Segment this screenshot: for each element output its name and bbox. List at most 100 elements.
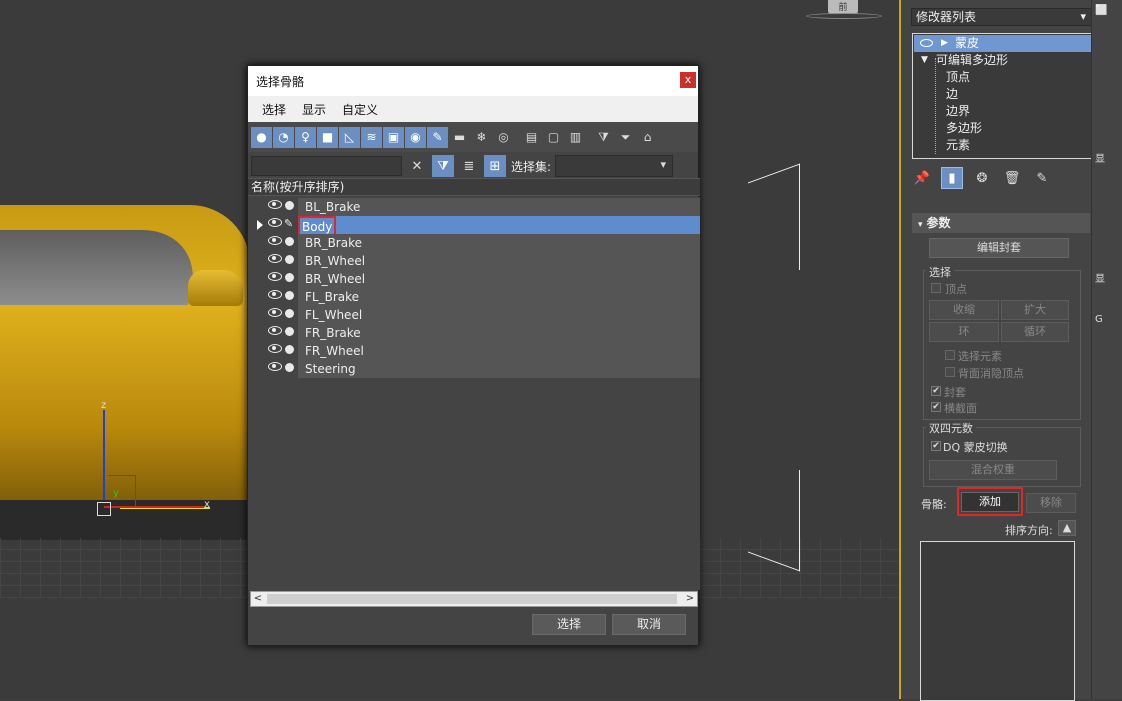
side-strip-item[interactable]: ⬜ <box>1095 5 1107 16</box>
bones-list[interactable] <box>920 541 1075 701</box>
side-strip-rollout[interactable]: 显 <box>1095 270 1105 285</box>
expand-arrow-icon[interactable] <box>257 220 263 230</box>
expand-arrow-icon[interactable]: ▶ <box>941 35 948 52</box>
spacewarps-filter-icon[interactable]: ≋ <box>361 126 382 148</box>
list-header-name[interactable]: 名称(按升序排序) <box>248 178 700 196</box>
make-unique-icon[interactable]: ❂ <box>971 167 993 189</box>
cancel-button[interactable]: 取消 <box>612 614 686 635</box>
stack-item-editable-poly[interactable]: ▼ 可编辑多边形 <box>914 52 1092 69</box>
gizmo-x-axis[interactable] <box>104 506 204 508</box>
filter-options-icon[interactable]: ⧩ <box>593 127 614 148</box>
sort-direction-button[interactable]: ▲ <box>1058 520 1076 536</box>
select-bones-dialog[interactable]: 选择骨骼 x 选择 显示 自定义 ● ◔ ♀ ■ ◺ ≋ ▣ ◉ ✎ ▬ ❄ ◎… <box>247 65 700 646</box>
close-button[interactable]: x <box>680 72 696 88</box>
ring-button[interactable]: 环 <box>929 322 999 342</box>
scrollbar-thumb[interactable] <box>267 594 677 604</box>
bones-filter-icon[interactable]: ✎ <box>427 126 448 148</box>
shrink-button[interactable]: 收缩 <box>929 300 999 320</box>
eye-icon[interactable] <box>268 218 282 227</box>
list-item[interactable]: FL_Brake <box>248 288 700 306</box>
pin-stack-icon[interactable]: 📌 <box>911 167 933 189</box>
clear-search-icon[interactable]: ✕ <box>406 155 428 177</box>
selection-set-dropdown[interactable] <box>555 155 674 177</box>
horizontal-scrollbar[interactable]: < > <box>250 591 698 607</box>
menu-display[interactable]: 显示 <box>302 101 326 118</box>
configure-sets-icon[interactable]: ✎ <box>1031 167 1053 189</box>
gizmo-z-axis[interactable] <box>103 410 105 500</box>
stack-subitem[interactable]: 元素 <box>914 137 1092 154</box>
scroll-right-icon[interactable]: > <box>683 592 697 606</box>
vertex-checkbox[interactable] <box>931 283 941 293</box>
filter-icon[interactable]: ⏷ <box>615 127 636 148</box>
envelope-checkbox[interactable]: ✔ <box>931 386 941 396</box>
eye-icon[interactable] <box>268 272 282 281</box>
edit-envelope-button[interactable]: 编辑封套 <box>929 238 1069 258</box>
containers-filter-icon[interactable]: ▬ <box>449 127 470 148</box>
list-item[interactable]: BR_Wheel <box>248 270 700 288</box>
stack-subitem[interactable]: 边界 <box>914 103 1092 120</box>
eye-icon[interactable] <box>268 254 282 263</box>
list-item-selected[interactable]: ✎ Body <box>248 216 700 238</box>
lights-filter-icon[interactable]: ♀ <box>295 126 316 148</box>
stack-subitem[interactable]: 顶点 <box>914 69 1092 86</box>
cross-section-checkbox[interactable]: ✔ <box>931 402 941 412</box>
backface-cull-checkbox[interactable] <box>945 367 955 377</box>
container-icon[interactable]: ⌂ <box>637 127 658 148</box>
groups-filter-icon[interactable]: ▣ <box>383 126 404 148</box>
collapse-arrow-icon[interactable]: ▼ <box>921 52 928 69</box>
list-item[interactable]: FR_Wheel <box>248 342 700 360</box>
eye-icon[interactable] <box>920 39 933 47</box>
geometry-filter-icon[interactable]: ● <box>251 126 272 148</box>
select-none-icon[interactable]: ▢ <box>543 127 564 148</box>
eye-icon[interactable] <box>268 326 282 335</box>
viewcube[interactable]: 前 <box>828 0 858 14</box>
menu-select[interactable]: 选择 <box>262 101 286 118</box>
layers-icon[interactable]: ≣ <box>458 155 480 177</box>
list-item[interactable]: FR_Brake <box>248 324 700 342</box>
grow-button[interactable]: 扩大 <box>1001 300 1069 320</box>
modifier-stack[interactable]: ▶ 蒙皮 ▼ 可编辑多边形 顶点 边 边界 多边形 元素 <box>912 33 1094 159</box>
frozen-filter-icon[interactable]: ❄ <box>471 127 492 148</box>
shapes-filter-icon[interactable]: ◔ <box>273 126 294 148</box>
modifier-list-dropdown[interactable]: 修改器列表 <box>911 8 1093 26</box>
gizmo-center[interactable] <box>97 502 111 516</box>
side-strip-rollout-g[interactable]: G <box>1095 314 1103 325</box>
select-button[interactable]: 选择 <box>532 614 606 635</box>
dq-toggle-checkbox[interactable]: ✔ <box>931 441 941 451</box>
helpers-filter-icon[interactable]: ◺ <box>339 126 360 148</box>
select-all-icon[interactable]: ▤ <box>521 127 542 148</box>
stack-subitem[interactable]: 边 <box>914 86 1092 103</box>
hierarchy-icon[interactable]: ⊞ <box>484 155 506 177</box>
viewcube-ring[interactable] <box>806 13 882 19</box>
stack-item-skin[interactable]: ▶ 蒙皮 <box>914 35 1092 52</box>
eye-icon[interactable] <box>268 344 282 353</box>
blend-weight-button[interactable]: 混合权重 <box>929 460 1057 480</box>
remove-modifier-icon[interactable]: 🗑 <box>1001 167 1023 189</box>
parameters-rollout[interactable]: ▾ 参数 <box>912 213 1090 233</box>
invert-selection-icon[interactable]: ▥ <box>565 127 586 148</box>
eye-icon[interactable] <box>268 290 282 299</box>
list-item[interactable]: FL_Wheel <box>248 306 700 324</box>
xrefs-filter-icon[interactable]: ◉ <box>405 126 426 148</box>
search-input[interactable] <box>251 156 402 176</box>
remove-bone-button[interactable]: 移除 <box>1026 493 1076 513</box>
menu-customize[interactable]: 自定义 <box>342 101 378 118</box>
list-item[interactable]: BR_Brake <box>248 234 700 252</box>
eye-icon[interactable] <box>268 200 282 209</box>
list-item[interactable]: Steering <box>248 360 700 378</box>
scroll-left-icon[interactable]: < <box>251 592 265 606</box>
hidden-filter-icon[interactable]: ◎ <box>493 127 514 148</box>
dialog-titlebar[interactable]: 选择骨骼 x <box>248 66 698 96</box>
eye-icon[interactable] <box>268 308 282 317</box>
list-item[interactable]: BR_Wheel <box>248 252 700 270</box>
cameras-filter-icon[interactable]: ■ <box>317 126 338 148</box>
eye-icon[interactable] <box>268 236 282 245</box>
list-item[interactable]: BL_Brake <box>248 198 700 216</box>
stack-subitem[interactable]: 多边形 <box>914 120 1092 137</box>
bone-list[interactable]: BL_Brake ✎ Body BR_Brake BR_Wheel BR_Whe… <box>248 197 700 590</box>
filter-active-icon[interactable]: ⧩ <box>432 155 454 177</box>
loop-button[interactable]: 循环 <box>1001 322 1069 342</box>
eye-icon[interactable] <box>268 362 282 371</box>
show-end-result-icon[interactable]: ▮ <box>941 167 963 189</box>
select-element-checkbox[interactable] <box>945 350 955 360</box>
